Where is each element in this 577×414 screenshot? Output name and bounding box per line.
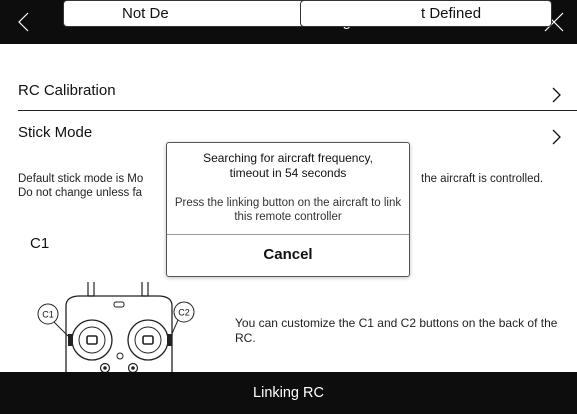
bottom-status-bar: Linking RC — [0, 372, 577, 414]
rc-calibration-label: RC Calibration — [18, 82, 116, 99]
divider — [18, 110, 577, 111]
c1-label: C1 — [30, 235, 50, 252]
c2-select[interactable]: t Defined — [300, 0, 552, 27]
c2-value: t Defined — [421, 5, 482, 22]
stick-mode-label: Stick Mode — [18, 124, 93, 141]
linking-rc-label: Linking RC — [253, 385, 324, 401]
custom-buttons-hint: You can customize the C1 and C2 buttons … — [235, 316, 558, 345]
c1-select[interactable]: Not De — [63, 0, 305, 27]
dialog-title: Searching for aircraft frequency, timeou… — [203, 151, 373, 180]
c1-value: Not De — [122, 5, 169, 22]
c1-tag: C1 — [42, 310, 54, 320]
remote-controller-illustration: C1 C2 — [37, 282, 195, 372]
c2-tag: C2 — [178, 308, 190, 318]
chevron-right-icon — [552, 129, 561, 145]
rc-calibration-row[interactable]: RC Calibration — [18, 82, 563, 104]
cancel-button[interactable]: Cancel — [167, 235, 409, 275]
linking-dialog: Searching for aircraft frequency, timeou… — [166, 142, 410, 277]
description-line-1-end: the aircraft is controlled. — [421, 173, 544, 185]
chevron-right-icon — [552, 87, 561, 103]
dialog-message: Press the linking button on the aircraft… — [174, 197, 402, 223]
